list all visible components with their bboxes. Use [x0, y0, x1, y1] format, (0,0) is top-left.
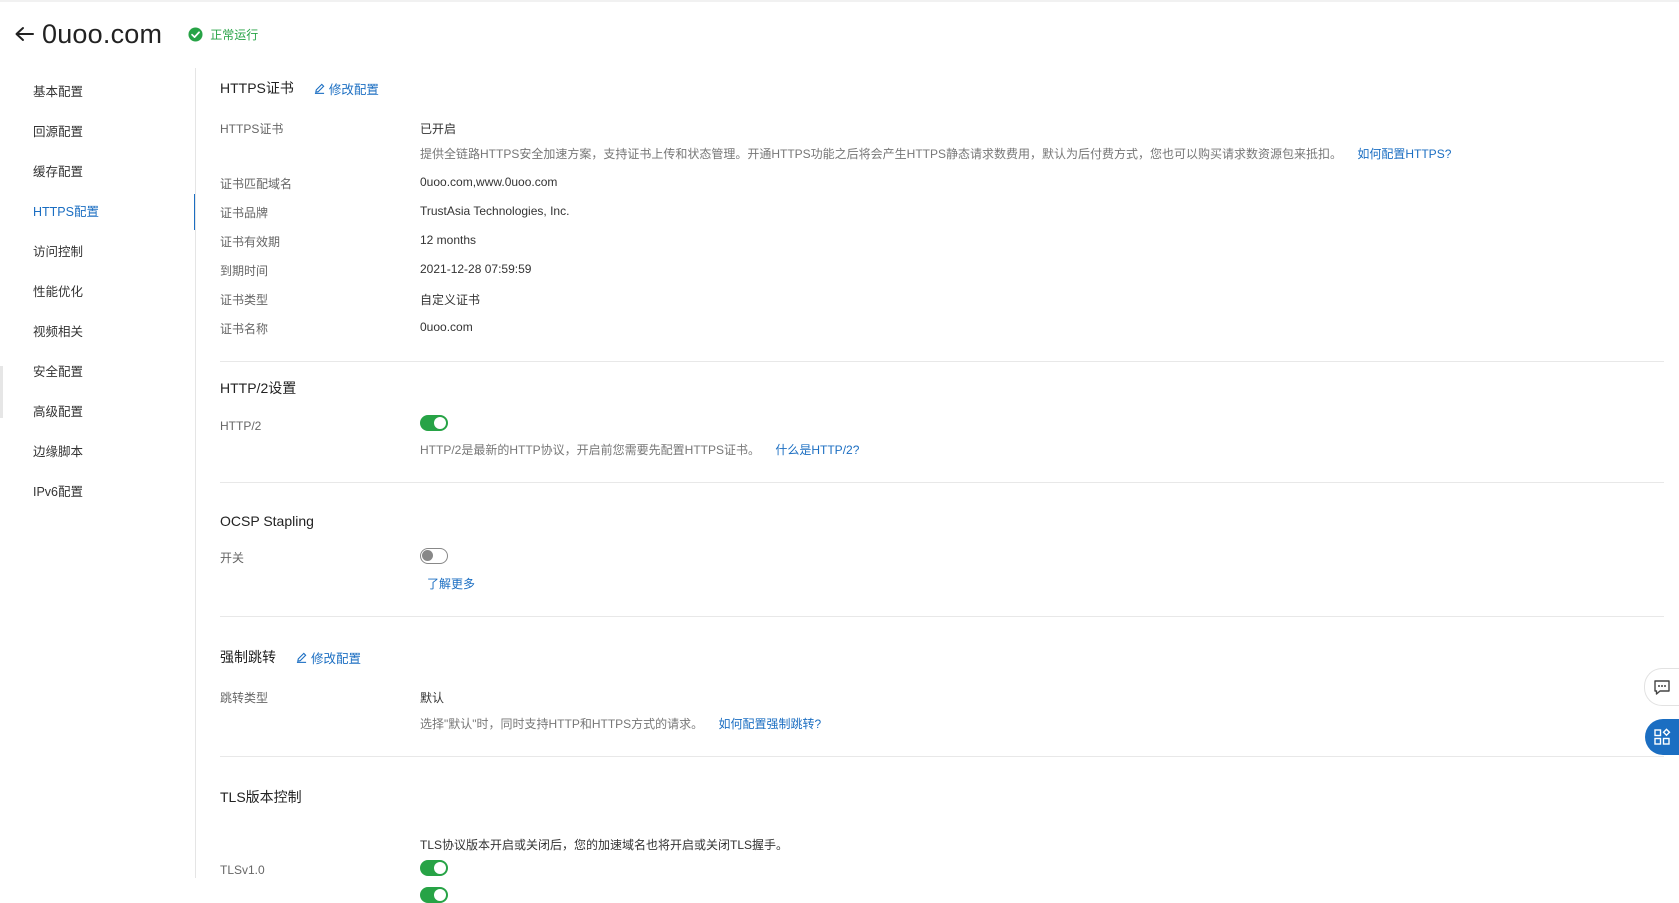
- sidebar-item-video[interactable]: 视频相关: [0, 312, 196, 352]
- row-label: TLSv1.0: [220, 863, 265, 877]
- sidebar-item-edge-script[interactable]: 边缘脚本: [0, 432, 196, 472]
- edit-label: 修改配置: [311, 651, 362, 666]
- row-redirect-type: 跳转类型 默认: [220, 689, 1664, 706]
- row-label: 证书匹配域名: [220, 177, 293, 191]
- row-label: 证书有效期: [220, 235, 281, 249]
- page-title: 0uoo.com: [42, 18, 163, 49]
- row-label: 开关: [220, 551, 245, 565]
- how-to-configure-https-link[interactable]: 如何配置HTTPS?: [1357, 147, 1451, 161]
- edit-https-cert-button[interactable]: 修改配置: [314, 79, 379, 98]
- sidebar-item-access-control[interactable]: 访问控制: [0, 232, 196, 272]
- row-tls-v1-0: TLSv1.0: [220, 860, 1664, 877]
- section-title-tls: TLS版本控制: [220, 787, 1664, 807]
- row-value: 默认: [420, 691, 445, 705]
- tls-section: TLS版本控制 TLS协议版本开启或关闭后，您的加速域名也将开启或关闭TLS握手…: [220, 757, 1664, 903]
- http2-toggle[interactable]: [420, 415, 448, 431]
- sidebar-divider: [195, 68, 196, 878]
- row-cert-brand: 证书品牌 TrustAsia Technologies, Inc.: [220, 204, 1664, 221]
- sidebar-nav: 基本配置 回源配置 缓存配置 HTTPS配置 访问控制 性能优化 视频相关 安全…: [0, 72, 196, 512]
- row-cert-validity: 证书有效期 12 months: [220, 233, 1664, 250]
- force-redirect-section: 强制跳转 修改配置 跳转类型 默认 选择"默认"时，同时支持HTTP和HTTPS…: [220, 617, 1664, 732]
- http2-description: HTTP/2是最新的HTTP协议，开启前您需要先配置HTTPS证书。 什么是HT…: [220, 441, 1664, 458]
- row-expiry-time: 到期时间 2021-12-28 07:59:59: [220, 262, 1664, 279]
- tls-description: TLS协议版本开启或关闭后，您的加速域名也将开启或关闭TLS握手。: [220, 836, 1664, 853]
- sidebar-item-https[interactable]: HTTPS配置: [0, 192, 196, 232]
- sidebar-item-basic[interactable]: 基本配置: [0, 72, 196, 112]
- row-label: 到期时间: [220, 264, 269, 278]
- section-title-text: 强制跳转: [220, 649, 276, 665]
- status-text: 正常运行: [210, 27, 259, 42]
- check-circle-icon: [188, 26, 203, 42]
- main-content: HTTPS证书 修改配置 HTTPS证书 已开启 提供全链路HTTPS安全加速方…: [220, 72, 1664, 903]
- tls-v1-0-toggle[interactable]: [420, 860, 448, 876]
- apps-button[interactable]: [1645, 719, 1679, 755]
- section-title-text: HTTPS证书: [220, 80, 294, 96]
- ocsp-learn-more-row: 了解更多: [220, 575, 1664, 592]
- http2-section: HTTP/2设置 HTTP/2 HTTP/2是最新的HTTP协议，开启前您需要先…: [220, 362, 1664, 458]
- description-text: HTTP/2是最新的HTTP协议，开启前您需要先配置HTTPS证书。: [420, 443, 761, 457]
- edit-redirect-button[interactable]: 修改配置: [296, 648, 361, 667]
- https-cert-section: HTTPS证书 修改配置 HTTPS证书 已开启 提供全链路HTTPS安全加速方…: [220, 72, 1664, 337]
- description-text: 提供全链路HTTPS安全加速方案，支持证书上传和状态管理。开通HTTPS功能之后…: [420, 147, 1343, 161]
- message-icon: [1654, 680, 1670, 695]
- edit-icon: [314, 83, 325, 94]
- description-text: 选择"默认"时，同时支持HTTP和HTTPS方式的请求。: [420, 717, 704, 731]
- row-value: 自定义证书: [420, 293, 481, 307]
- row-value: 2021-12-28 07:59:59: [420, 262, 532, 276]
- section-title-http2: HTTP/2设置: [220, 378, 1664, 398]
- row-label: HTTP/2: [220, 419, 262, 433]
- sidebar-item-advanced[interactable]: 高级配置: [0, 392, 196, 432]
- row-cert-domains: 证书匹配域名 0uoo.com,www.0uoo.com: [220, 175, 1664, 192]
- row-label: 证书品牌: [220, 206, 269, 220]
- sidebar-item-security[interactable]: 安全配置: [0, 352, 196, 392]
- edit-label: 修改配置: [328, 82, 379, 97]
- row-label: 跳转类型: [220, 691, 269, 705]
- ocsp-toggle[interactable]: [420, 547, 448, 564]
- row-value: 0uoo.com: [420, 320, 473, 334]
- back-button[interactable]: [12, 22, 36, 46]
- redirect-description: 选择"默认"时，同时支持HTTP和HTTPS方式的请求。 如何配置强制跳转?: [220, 715, 1664, 732]
- arrow-left-icon: [15, 27, 34, 41]
- what-is-http2-link[interactable]: 什么是HTTP/2?: [775, 443, 859, 457]
- row-ocsp-switch: 开关: [220, 547, 1664, 566]
- edit-icon: [296, 652, 307, 663]
- section-title-text: TLS版本控制: [220, 789, 302, 805]
- row-tls-next: [220, 887, 1664, 903]
- sidebar-item-performance[interactable]: 性能优化: [0, 272, 196, 312]
- row-value: 12 months: [420, 233, 477, 247]
- section-title-text: HTTP/2设置: [220, 380, 297, 396]
- https-cert-description: 提供全链路HTTPS安全加速方案，支持证书上传和状态管理。开通HTTPS功能之后…: [220, 145, 1664, 162]
- row-label: HTTPS证书: [220, 122, 284, 136]
- apps-grid-icon: [1654, 728, 1671, 745]
- description-text: TLS协议版本开启或关闭后，您的加速域名也将开启或关闭TLS握手。: [420, 838, 789, 852]
- feedback-button[interactable]: [1644, 668, 1679, 706]
- row-http2: HTTP/2: [220, 415, 1664, 433]
- sidebar-item-ipv6[interactable]: IPv6配置: [0, 472, 196, 512]
- row-value: TrustAsia Technologies, Inc.: [420, 204, 570, 218]
- section-title-ocsp: OCSP Stapling: [220, 513, 1664, 529]
- row-https-cert: HTTPS证书 已开启: [220, 120, 1664, 137]
- status-badge: 正常运行: [188, 26, 258, 43]
- learn-more-link[interactable]: 了解更多: [427, 575, 475, 592]
- row-label: 证书名称: [220, 322, 269, 336]
- how-to-configure-redirect-link[interactable]: 如何配置强制跳转?: [719, 717, 822, 731]
- row-cert-type: 证书类型 自定义证书: [220, 291, 1664, 308]
- top-border: [0, 0, 1679, 2]
- ocsp-section: OCSP Stapling 开关 了解更多: [220, 483, 1664, 592]
- section-title-redirect: 强制跳转 修改配置: [220, 647, 1664, 667]
- sidebar-item-cache[interactable]: 缓存配置: [0, 152, 196, 192]
- section-title-https-cert: HTTPS证书 修改配置: [220, 78, 1664, 98]
- row-value: 已开启: [420, 122, 457, 136]
- row-value: 0uoo.com,www.0uoo.com: [420, 175, 558, 189]
- left-edge-handle: [0, 366, 3, 418]
- row-label: 证书类型: [220, 293, 269, 307]
- page-header: 0uoo.com 正常运行: [12, 14, 258, 54]
- row-cert-name: 证书名称 0uoo.com: [220, 320, 1664, 337]
- section-title-text: OCSP Stapling: [220, 513, 314, 529]
- sidebar-item-origin[interactable]: 回源配置: [0, 112, 196, 152]
- tls-next-toggle[interactable]: [420, 887, 448, 903]
